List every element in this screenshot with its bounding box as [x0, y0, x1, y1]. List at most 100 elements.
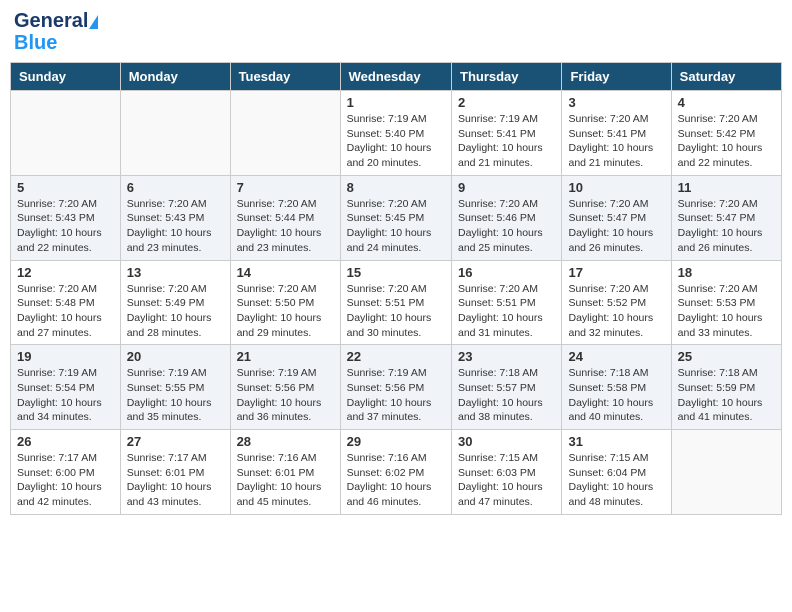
day-cell: 31 Sunrise: 7:15 AMSunset: 6:04 PMDayligh…	[562, 430, 671, 515]
day-info: Sunrise: 7:20 AMSunset: 5:42 PMDaylight:…	[678, 112, 775, 171]
day-cell: 24 Sunrise: 7:18 AMSunset: 5:58 PMDayligh…	[562, 345, 671, 430]
day-cell: 17 Sunrise: 7:20 AMSunset: 5:52 PMDayligh…	[562, 260, 671, 345]
day-info: Sunrise: 7:15 AMSunset: 6:03 PMDaylight:…	[458, 451, 555, 510]
day-cell: 3 Sunrise: 7:20 AMSunset: 5:41 PMDaylight…	[562, 91, 671, 176]
day-number: 11	[678, 180, 775, 195]
header-saturday: Saturday	[671, 63, 781, 91]
day-number: 7	[237, 180, 334, 195]
calendar-header-row: SundayMondayTuesdayWednesdayThursdayFrid…	[11, 63, 782, 91]
day-cell: 21 Sunrise: 7:19 AMSunset: 5:56 PMDayligh…	[230, 345, 340, 430]
day-number: 20	[127, 349, 224, 364]
day-number: 13	[127, 265, 224, 280]
day-number: 1	[347, 95, 445, 110]
day-cell	[230, 91, 340, 176]
day-number: 27	[127, 434, 224, 449]
day-cell: 8Sunrise: 7:20 AMSunset: 5:45 PMDaylight…	[340, 175, 451, 260]
day-number: 28	[237, 434, 334, 449]
day-number: 14	[237, 265, 334, 280]
day-info: Sunrise: 7:18 AMSunset: 5:58 PMDaylight:…	[568, 366, 664, 425]
day-info: Sunrise: 7:15 AMSunset: 6:04 PMDaylight:…	[568, 451, 664, 510]
logo: General Blue	[14, 10, 98, 54]
header-sunday: Sunday	[11, 63, 121, 91]
header-thursday: Thursday	[452, 63, 562, 91]
day-number: 19	[17, 349, 114, 364]
day-number: 17	[568, 265, 664, 280]
day-cell: 4 Sunrise: 7:20 AMSunset: 5:42 PMDaylight…	[671, 91, 781, 176]
day-number: 23	[458, 349, 555, 364]
header-tuesday: Tuesday	[230, 63, 340, 91]
day-number: 4	[678, 95, 775, 110]
day-info: Sunrise: 7:19 AMSunset: 5:56 PMDaylight:…	[237, 366, 334, 425]
day-info: Sunrise: 7:19 AMSunset: 5:54 PMDaylight:…	[17, 366, 114, 425]
day-number: 5	[17, 180, 114, 195]
day-number: 15	[347, 265, 445, 280]
day-number: 18	[678, 265, 775, 280]
day-number: 8	[347, 180, 445, 195]
day-cell: 23 Sunrise: 7:18 AMSunset: 5:57 PMDayligh…	[452, 345, 562, 430]
day-number: 21	[237, 349, 334, 364]
day-info: Sunrise: 7:20 AMSunset: 5:53 PMDaylight:…	[678, 282, 775, 341]
day-info: Sunrise: 7:20 AMSunset: 5:52 PMDaylight:…	[568, 282, 664, 341]
day-info: Sunrise: 7:16 AMSunset: 6:02 PMDaylight:…	[347, 451, 445, 510]
day-number: 22	[347, 349, 445, 364]
day-number: 9	[458, 180, 555, 195]
day-cell: 9 Sunrise: 7:20 AMSunset: 5:46 PMDaylight…	[452, 175, 562, 260]
day-info: Sunrise: 7:20 AMSunset: 5:51 PMDaylight:…	[458, 282, 555, 341]
day-number: 25	[678, 349, 775, 364]
day-cell: 22 Sunrise: 7:19 AMSunset: 5:56 PMDayligh…	[340, 345, 451, 430]
header-monday: Monday	[120, 63, 230, 91]
day-cell: 27 Sunrise: 7:17 AMSunset: 6:01 PMDayligh…	[120, 430, 230, 515]
day-cell: 7 Sunrise: 7:20 AMSunset: 5:44 PMDaylight…	[230, 175, 340, 260]
week-row-1: 1 Sunrise: 7:19 AMSunset: 5:40 PMDaylight…	[11, 91, 782, 176]
day-cell: 1 Sunrise: 7:19 AMSunset: 5:40 PMDaylight…	[340, 91, 451, 176]
header-friday: Friday	[562, 63, 671, 91]
day-cell: 15 Sunrise: 7:20 AMSunset: 5:51 PMDayligh…	[340, 260, 451, 345]
page-header: General Blue	[10, 10, 782, 54]
day-cell: 30Sunrise: 7:15 AMSunset: 6:03 PMDayligh…	[452, 430, 562, 515]
day-cell: 14 Sunrise: 7:20 AMSunset: 5:50 PMDayligh…	[230, 260, 340, 345]
day-cell: 26 Sunrise: 7:17 AMSunset: 6:00 PMDayligh…	[11, 430, 121, 515]
day-cell: 2 Sunrise: 7:19 AMSunset: 5:41 PMDaylight…	[452, 91, 562, 176]
day-info: Sunrise: 7:20 AMSunset: 5:46 PMDaylight:…	[458, 197, 555, 256]
day-info: Sunrise: 7:19 AMSunset: 5:56 PMDaylight:…	[347, 366, 445, 425]
day-info: Sunrise: 7:20 AMSunset: 5:44 PMDaylight:…	[237, 197, 334, 256]
logo-blue: Blue	[14, 32, 57, 54]
day-info: Sunrise: 7:18 AMSunset: 5:57 PMDaylight:…	[458, 366, 555, 425]
day-cell: 13Sunrise: 7:20 AMSunset: 5:49 PMDayligh…	[120, 260, 230, 345]
day-info: Sunrise: 7:20 AMSunset: 5:47 PMDaylight:…	[568, 197, 664, 256]
day-info: Sunrise: 7:19 AMSunset: 5:40 PMDaylight:…	[347, 112, 445, 171]
day-number: 6	[127, 180, 224, 195]
day-cell	[11, 91, 121, 176]
day-cell	[120, 91, 230, 176]
day-cell: 11 Sunrise: 7:20 AMSunset: 5:47 PMDayligh…	[671, 175, 781, 260]
day-info: Sunrise: 7:18 AMSunset: 5:59 PMDaylight:…	[678, 366, 775, 425]
day-info: Sunrise: 7:16 AMSunset: 6:01 PMDaylight:…	[237, 451, 334, 510]
day-info: Sunrise: 7:19 AMSunset: 5:55 PMDaylight:…	[127, 366, 224, 425]
day-cell: 12 Sunrise: 7:20 AMSunset: 5:48 PMDayligh…	[11, 260, 121, 345]
day-number: 24	[568, 349, 664, 364]
day-info: Sunrise: 7:20 AMSunset: 5:43 PMDaylight:…	[127, 197, 224, 256]
day-number: 2	[458, 95, 555, 110]
day-cell: 28 Sunrise: 7:16 AMSunset: 6:01 PMDayligh…	[230, 430, 340, 515]
day-number: 31	[568, 434, 664, 449]
calendar-table: SundayMondayTuesdayWednesdayThursdayFrid…	[10, 62, 782, 515]
day-number: 26	[17, 434, 114, 449]
day-info: Sunrise: 7:19 AMSunset: 5:41 PMDaylight:…	[458, 112, 555, 171]
day-cell: 25 Sunrise: 7:18 AMSunset: 5:59 PMDayligh…	[671, 345, 781, 430]
day-number: 29	[347, 434, 445, 449]
day-number: 12	[17, 265, 114, 280]
day-info: Sunrise: 7:20 AMSunset: 5:47 PMDaylight:…	[678, 197, 775, 256]
day-number: 16	[458, 265, 555, 280]
week-row-5: 26 Sunrise: 7:17 AMSunset: 6:00 PMDayligh…	[11, 430, 782, 515]
day-info: Sunrise: 7:20 AMSunset: 5:48 PMDaylight:…	[17, 282, 114, 341]
week-row-3: 12 Sunrise: 7:20 AMSunset: 5:48 PMDayligh…	[11, 260, 782, 345]
day-info: Sunrise: 7:20 AMSunset: 5:51 PMDaylight:…	[347, 282, 445, 341]
day-info: Sunrise: 7:20 AMSunset: 5:41 PMDaylight:…	[568, 112, 664, 171]
day-cell: 20 Sunrise: 7:19 AMSunset: 5:55 PMDayligh…	[120, 345, 230, 430]
day-info: Sunrise: 7:20 AMSunset: 5:50 PMDaylight:…	[237, 282, 334, 341]
day-cell: 29 Sunrise: 7:16 AMSunset: 6:02 PMDayligh…	[340, 430, 451, 515]
day-number: 3	[568, 95, 664, 110]
day-info: Sunrise: 7:17 AMSunset: 6:00 PMDaylight:…	[17, 451, 114, 510]
day-info: Sunrise: 7:17 AMSunset: 6:01 PMDaylight:…	[127, 451, 224, 510]
day-cell: 10Sunrise: 7:20 AMSunset: 5:47 PMDayligh…	[562, 175, 671, 260]
